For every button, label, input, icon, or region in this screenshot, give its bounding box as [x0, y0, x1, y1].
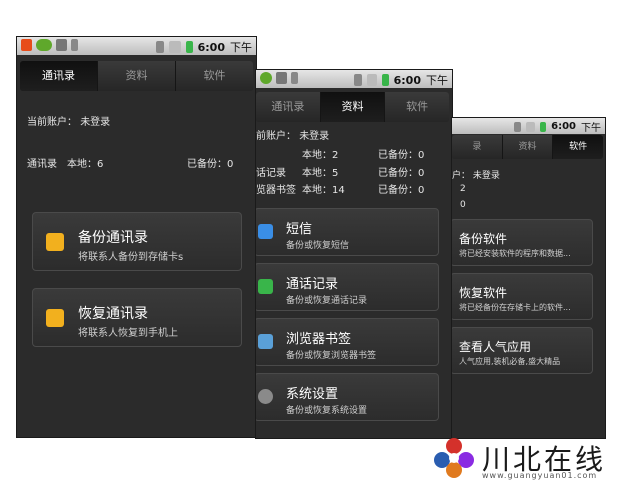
action-title: 短信	[286, 222, 313, 237]
flower-logo-icon	[434, 438, 474, 478]
stat-name: 话记录	[256, 168, 286, 179]
action-title: 浏览器书签	[286, 332, 352, 347]
stat-local: 本地：14	[302, 185, 345, 196]
stat-backup: 已备份：0	[187, 159, 234, 170]
tab-data[interactable]: 资料	[502, 135, 554, 159]
tab-data[interactable]: 资料	[320, 92, 386, 122]
action-title: 查看人气应用	[459, 340, 532, 354]
action-subtitle: 人气应用,装机必备,盛大精品	[459, 357, 561, 366]
phone-screen-contacts: 6:00 下午 通讯录 资料 软件 当前账户： 未登录 通讯录 本地：6 已备份：…	[17, 37, 256, 437]
clock: 6:00	[393, 73, 421, 87]
action-title: 备份通讯录	[78, 230, 148, 246]
account-label: 户：	[452, 171, 471, 181]
usb-icon	[71, 39, 78, 51]
stat-backup: 已备份：0	[378, 185, 425, 196]
action-subtitle: 将已经备份在存储卡上的软件...	[459, 303, 571, 312]
account-row: 户： 未登录	[452, 168, 500, 181]
clock-ampm: 下午	[581, 123, 601, 134]
restore-contacts-button[interactable]: 恢复通讯录 将联系人恢复到手机上	[32, 288, 242, 347]
call-log-backup-button[interactable]: 通话记录 备份或恢复通话记录	[256, 263, 439, 311]
account-value: 未登录	[299, 131, 330, 142]
action-title: 恢复软件	[459, 286, 508, 300]
bookmark-backup-button[interactable]: 浏览器书签 备份或恢复浏览器书签	[256, 318, 439, 366]
status-bar: 6:00 下午	[256, 70, 452, 88]
restore-software-button[interactable]: 恢复软件 将已经备份在存储卡上的软件...	[452, 273, 593, 320]
clock-ampm: 下午	[426, 74, 448, 87]
sync-icon	[514, 121, 522, 132]
watermark-url: www.guangyuan01.com	[482, 471, 598, 480]
stat-local: 本地：6	[67, 159, 104, 170]
stat-name: 览器书签	[256, 185, 296, 196]
action-title: 备份软件	[459, 232, 508, 246]
android-icon	[56, 39, 67, 51]
sms-backup-button[interactable]: 短信 备份或恢复短信	[256, 208, 439, 256]
backup-software-button[interactable]: 备份软件 将已经安装软件的程序和数据...	[452, 219, 593, 266]
action-title: 恢复通讯录	[78, 306, 148, 322]
stat-value: 2	[460, 184, 466, 194]
clock-ampm: 下午	[230, 41, 252, 54]
tab-software[interactable]: 软件	[176, 61, 253, 91]
action-subtitle: 备份或恢复短信	[286, 241, 350, 251]
backup-contacts-button[interactable]: 备份通讯录 将联系人备份到存储卡s	[32, 212, 242, 271]
tab-data[interactable]: 资料	[98, 61, 176, 91]
action-title: 通话记录	[286, 277, 339, 292]
phone-screen-software: 6:00 下午 录 资料 软件 户： 未登录 2 0 备份软件 将已经安装软件的程…	[452, 118, 605, 438]
account-value: 未登录	[80, 117, 111, 128]
signal-icon	[526, 121, 536, 132]
signal-icon	[168, 41, 181, 53]
battery-icon	[185, 41, 193, 53]
battery-icon	[540, 121, 547, 132]
tab-bar: 通讯录 资料 软件	[20, 61, 253, 91]
tab-software[interactable]: 软件	[553, 135, 603, 159]
contact-card-icon	[46, 309, 64, 327]
action-subtitle: 将联系人备份到存储卡s	[78, 252, 184, 263]
status-bar: 6:00 下午	[452, 118, 605, 134]
sogou-icon	[21, 39, 32, 51]
gear-icon	[258, 389, 273, 404]
signal-icon	[366, 74, 377, 86]
tab-software[interactable]: 软件	[385, 92, 449, 122]
account-label: 当前账户：	[27, 117, 77, 128]
watermark-logo: 川北在线 www.guangyuan01.com	[430, 436, 630, 482]
tab-bar: 录 资料 软件	[452, 135, 603, 159]
bookmark-icon	[258, 334, 273, 349]
contact-card-icon	[46, 233, 64, 251]
account-row: 当前账户： 未登录	[27, 113, 110, 128]
clock: 6:00	[551, 121, 576, 132]
tab-bar: 通讯录 资料 软件	[256, 92, 449, 122]
account-row: 前账户： 未登录	[256, 127, 329, 142]
stat-name: 通讯录	[27, 159, 57, 170]
action-subtitle: 将已经安装软件的程序和数据...	[459, 249, 571, 258]
account-label: 前账户：	[256, 131, 296, 142]
sync-icon	[155, 41, 164, 53]
tab-contacts[interactable]: 通讯录	[256, 92, 321, 122]
stat-local: 本地：5	[302, 168, 339, 179]
account-value: 未登录	[472, 171, 500, 181]
stat-backup: 已备份：0	[378, 150, 425, 161]
stat-backup: 已备份：0	[378, 168, 425, 179]
phone-icon	[258, 279, 273, 294]
action-subtitle: 备份或恢复系统设置	[286, 406, 368, 416]
settings-backup-button[interactable]: 系统设置 备份或恢复系统设置	[256, 373, 439, 421]
action-subtitle: 将联系人恢复到手机上	[78, 328, 178, 339]
tab-contacts[interactable]: 录	[452, 135, 503, 159]
peapod-icon	[36, 39, 52, 51]
tab-contacts[interactable]: 通讯录	[20, 61, 98, 91]
stat-value: 0	[460, 200, 466, 210]
android-icon	[276, 72, 287, 84]
phone-screen-data: 6:00 下午 通讯录 资料 软件 前账户： 未登录 本地：2 已备份：0 话记录…	[256, 70, 452, 438]
usb-icon	[291, 72, 298, 84]
sync-icon	[353, 74, 362, 86]
action-subtitle: 备份或恢复浏览器书签	[286, 351, 377, 361]
action-subtitle: 备份或恢复通话记录	[286, 296, 368, 306]
sms-icon	[258, 224, 273, 239]
stat-local: 本地：2	[302, 150, 339, 161]
action-title: 系统设置	[286, 387, 339, 402]
status-bar: 6:00 下午	[17, 37, 256, 55]
popular-apps-button[interactable]: 查看人气应用 人气应用,装机必备,盛大精品	[452, 327, 593, 374]
clock: 6:00	[197, 40, 225, 54]
peapod-icon	[260, 72, 272, 84]
battery-icon	[381, 74, 389, 86]
